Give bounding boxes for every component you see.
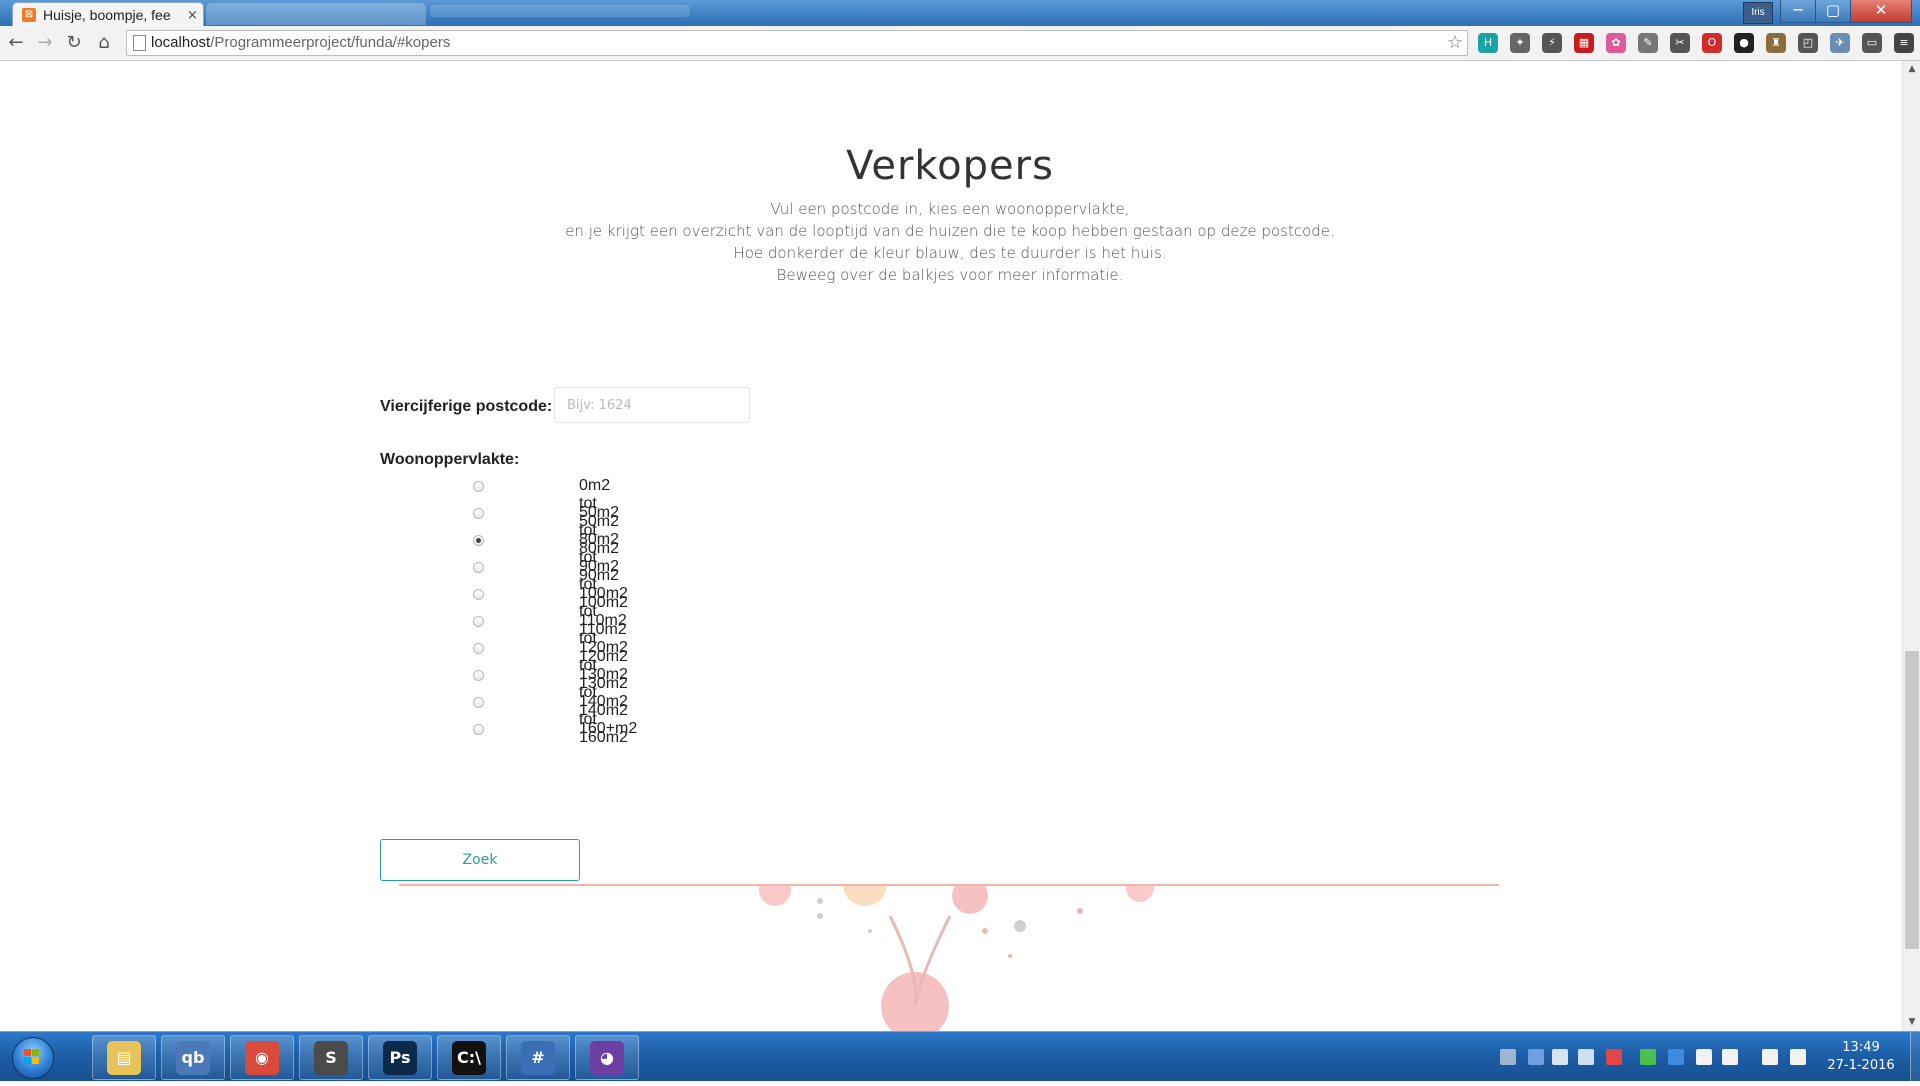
radio-button[interactable] [473, 616, 484, 627]
color-wheel-icon[interactable]: ✿ [1606, 33, 1626, 53]
user-profile-badge[interactable]: Iris [1743, 2, 1773, 24]
help-tray-icon[interactable] [1528, 1049, 1544, 1065]
browser-toolbar: ← → ↻ ⌂ localhost/Programmeerproject/fun… [0, 26, 1920, 61]
dropbox-tray-icon[interactable] [1668, 1049, 1684, 1065]
sublime-taskbar-icon: S [314, 1041, 348, 1075]
forward-arrow-icon[interactable]: → [34, 32, 56, 54]
scroll-thumb[interactable] [1905, 651, 1919, 949]
radio-button[interactable] [473, 562, 484, 573]
photoshop-taskbar-icon: Ps [383, 1041, 417, 1075]
taskbar-app-button[interactable]: Ps [368, 1035, 432, 1080]
opera-icon[interactable]: O [1702, 33, 1722, 53]
radio-button[interactable] [473, 589, 484, 600]
ext-12-icon[interactable]: ✈ [1830, 33, 1850, 53]
ext-3-icon[interactable]: ⚡ [1542, 33, 1562, 53]
scroll-down-arrow-icon[interactable]: ▼ [1903, 1014, 1920, 1031]
xampp-favicon-icon: ⊠ [22, 8, 36, 22]
show-desktop-button[interactable] [1910, 1032, 1920, 1081]
keyboard-tray-icon[interactable] [1500, 1049, 1516, 1065]
radio-button[interactable] [473, 508, 484, 519]
taskbar-app-button[interactable]: C:\ [437, 1035, 501, 1080]
taskbar-app-button[interactable]: ▤ [92, 1035, 156, 1080]
taskbar-app-button[interactable]: qb [161, 1035, 225, 1080]
vertical-scrollbar[interactable]: ▲ ▼ [1902, 61, 1920, 1031]
bookmark-star-icon[interactable]: ☆ [1447, 32, 1463, 53]
menu-icon[interactable]: ≡ [1894, 33, 1914, 53]
clock-time: 13:49 [1842, 1040, 1880, 1055]
taskbar-app-button[interactable]: ◉ [230, 1035, 294, 1080]
radio-button[interactable] [473, 724, 484, 735]
address-bar[interactable]: localhost/Programmeerproject/funda/#kope… [126, 30, 1468, 56]
green-app-tray-icon[interactable] [1640, 1049, 1656, 1065]
intro-line: Vul een postcode in, kies een woonopperv… [770, 200, 1130, 218]
github-taskbar-icon: ◕ [590, 1041, 624, 1075]
postcode-input[interactable] [554, 387, 750, 423]
browser-tab-active[interactable]: ⊠ Huisje, boompje, fee × [12, 2, 204, 27]
browser-title-bar: ⊠ Huisje, boompje, fee × Iris ─ ▢ ✕ [0, 0, 1920, 27]
page-title: Verkopers [846, 143, 1054, 189]
tab-close-icon[interactable]: × [187, 8, 198, 23]
maximize-button[interactable]: ▢ [1815, 0, 1851, 23]
clock-date: 27-1-2016 [1827, 1058, 1895, 1073]
castle-icon[interactable]: ♜ [1766, 33, 1786, 53]
radio-button[interactable] [473, 697, 484, 708]
puzzle-extension-icon[interactable]: ✦ [1510, 33, 1530, 53]
page-viewport: Verkopers Vul een postcode in, kies een … [0, 61, 1902, 1040]
eyedropper-icon[interactable]: ✎ [1638, 33, 1658, 53]
new-tab-area[interactable] [430, 5, 690, 17]
taskbar-app-button[interactable]: # [506, 1035, 570, 1080]
ext-red-icon[interactable]: ▦ [1574, 33, 1594, 53]
taskbar-clock[interactable]: 13:49 27-1-2016 [1816, 1039, 1906, 1075]
windows-tray-icon[interactable] [1696, 1049, 1712, 1065]
radio-button[interactable] [473, 670, 484, 681]
radio-button-checked[interactable] [473, 535, 484, 546]
intro-line: en je krijgt een overzicht van de loopti… [565, 222, 1335, 240]
show-hidden-icons-icon[interactable] [1578, 1049, 1594, 1065]
start-button[interactable] [6, 1035, 62, 1079]
tab-title: Huisje, boompje, fee [43, 7, 171, 23]
intro-text: Vul een postcode in, kies een woonopperv… [0, 198, 1900, 286]
page-icon [133, 35, 146, 51]
radio-button[interactable] [473, 481, 484, 492]
volume-tray-icon[interactable] [1790, 1049, 1806, 1065]
intro-line: Beweeg over de balkjes voor meer informa… [776, 266, 1124, 284]
explorer-taskbar-icon: ▤ [107, 1041, 141, 1075]
csharp-taskbar-icon: # [521, 1041, 555, 1075]
scroll-up-arrow-icon[interactable]: ▲ [1903, 61, 1920, 78]
battery-tray-icon[interactable] [1722, 1049, 1738, 1065]
url-host: localhost [151, 34, 211, 51]
taskbar-app-button[interactable]: ◕ [575, 1035, 639, 1080]
qbittorrent-taskbar-icon: qb [176, 1041, 210, 1075]
h-extension-icon[interactable]: H [1478, 33, 1498, 53]
intro-line: Hoe donkerder de kleur blauw, des te duu… [733, 244, 1167, 262]
cast-icon[interactable]: ▭ [1862, 33, 1882, 53]
camera-icon[interactable]: ● [1734, 33, 1754, 53]
windows-flag-icon [24, 1049, 40, 1065]
taskbar-app-button[interactable]: S [299, 1035, 363, 1080]
home-icon[interactable]: ⌂ [93, 32, 115, 54]
back-arrow-icon[interactable]: ← [5, 32, 27, 54]
url-path: /Programmeerproject/funda/#kopers [210, 34, 451, 51]
signal-tray-icon[interactable] [1762, 1049, 1778, 1065]
minimize-button[interactable]: ─ [1780, 0, 1816, 23]
reload-icon[interactable]: ↻ [63, 32, 85, 54]
cmd-taskbar-icon: C:\ [452, 1041, 486, 1075]
postcode-label: Viercijferige postcode: [380, 398, 553, 415]
ext-11-icon[interactable]: ◰ [1798, 33, 1818, 53]
close-window-button[interactable]: ✕ [1850, 0, 1912, 23]
search-button[interactable]: Zoek [380, 839, 580, 881]
windows-taskbar: ▤ qb ◉ S Ps C:\ # ◕ 13:49 27-1-2016 [0, 1031, 1920, 1081]
radio-button[interactable] [473, 643, 484, 654]
network-speed-tray-icon[interactable] [1552, 1049, 1568, 1065]
area-option-label[interactable]: 160+m2 [579, 720, 637, 738]
chrome-taskbar-icon: ◉ [245, 1041, 279, 1075]
area-label: Woonoppervlakte: [380, 451, 520, 468]
url-text: localhost/Programmeerproject/funda/#kope… [151, 34, 450, 51]
browser-tab-inactive[interactable] [206, 3, 426, 25]
tool-icon[interactable]: ✂ [1670, 33, 1690, 53]
hardware-tray-icon[interactable] [1606, 1049, 1622, 1065]
